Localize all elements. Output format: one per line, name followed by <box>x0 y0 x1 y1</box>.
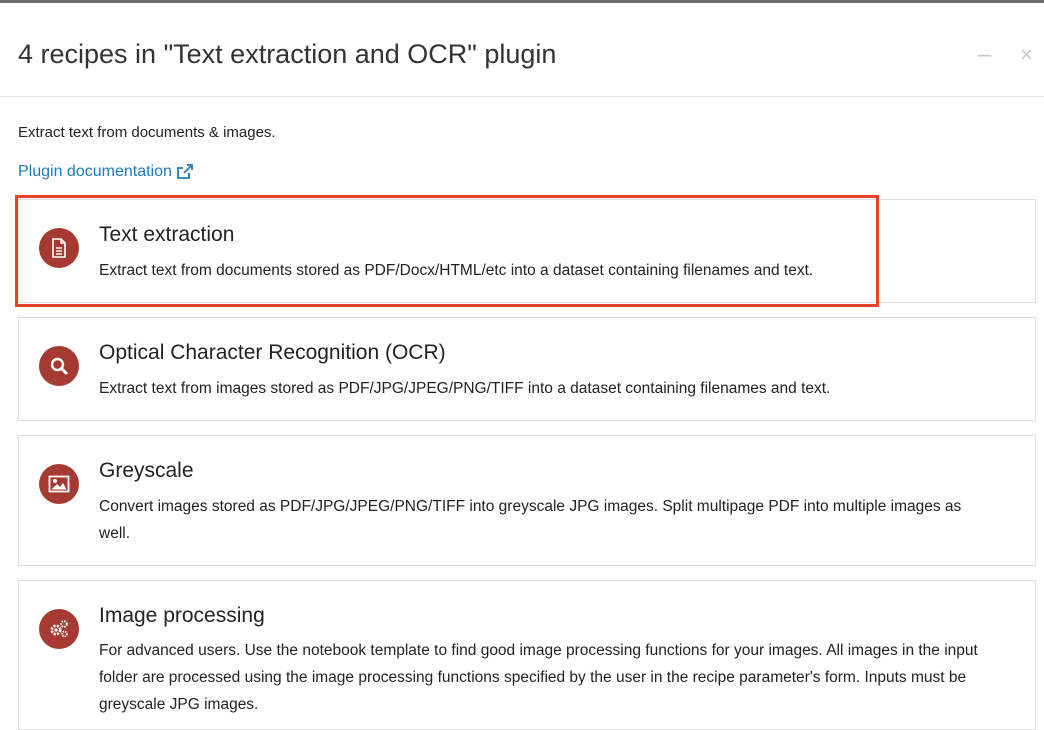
dialog-title: 4 recipes in "Text extraction and OCR" p… <box>18 39 557 69</box>
document-icon <box>39 228 79 268</box>
recipe-title: Optical Character Recognition (OCR) <box>99 341 446 364</box>
recipe-title: Image processing <box>99 604 265 627</box>
plugin-documentation-link[interactable]: Plugin documentation <box>18 163 193 181</box>
gears-icon <box>39 609 79 649</box>
recipe-title: Greyscale <box>99 459 194 482</box>
external-link-icon <box>176 164 193 180</box>
image-icon <box>39 464 79 504</box>
minimize-button[interactable]: – <box>978 43 991 67</box>
recipe-description: Extract text from documents stored as PD… <box>99 262 814 279</box>
close-button[interactable]: × <box>1020 43 1033 67</box>
recipe-description: Extract text from images stored as PDF/J… <box>99 380 831 397</box>
search-icon <box>39 346 79 386</box>
recipe-card-text-extraction[interactable]: Text extraction Extract text from docume… <box>18 199 1036 303</box>
recipe-description: For advanced users. Use the notebook tem… <box>99 642 978 713</box>
recipe-title: Text extraction <box>99 223 235 246</box>
plugin-description: Extract text from documents & images. <box>18 124 276 141</box>
recipe-description: Convert images stored as PDF/JPG/JPEG/PN… <box>99 498 962 542</box>
recipe-card-ocr[interactable]: Optical Character Recognition (OCR) Extr… <box>18 317 1036 421</box>
dialog-header: 4 recipes in "Text extraction and OCR" p… <box>0 3 1044 97</box>
plugin-documentation-label: Plugin documentation <box>18 163 172 180</box>
recipe-card-greyscale[interactable]: Greyscale Convert images stored as PDF/J… <box>18 435 1036 566</box>
